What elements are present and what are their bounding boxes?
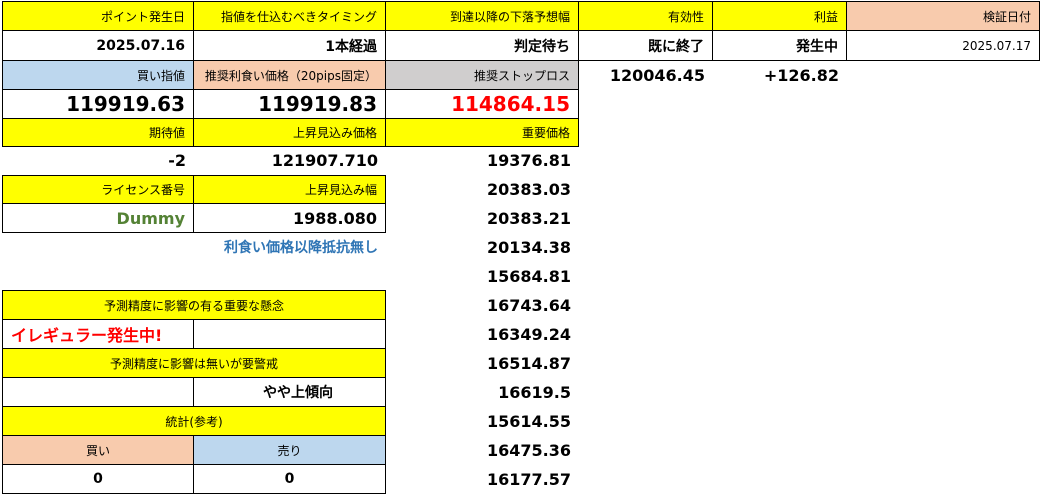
profit-value-cell[interactable]: +126.82 (712, 60, 847, 90)
license-number-cell[interactable]: Dummy (2, 203, 194, 233)
take-profit-header[interactable]: 推奨利食い価格（20pips固定） (193, 60, 386, 90)
timing-header[interactable]: 指値を仕込むべきタイミング (193, 1, 386, 31)
stop-loss-header[interactable]: 推奨ストップロス (385, 60, 579, 90)
important-price-item[interactable]: 15684.81 (385, 262, 579, 291)
expected-value-cell[interactable]: -2 (2, 146, 194, 175)
profit-status-cell[interactable]: 発生中 (712, 30, 847, 61)
caution-header[interactable]: 予測精度に影響は無いが要警戒 (2, 348, 386, 378)
important-price-item[interactable]: 15614.55 (385, 407, 579, 436)
important-price-item[interactable]: 16619.5 (385, 378, 579, 407)
sell-stat-header[interactable]: 売り (193, 435, 386, 465)
current-price-cell[interactable]: 120046.45 (578, 60, 713, 90)
important-price-item[interactable]: 20383.21 (385, 204, 579, 233)
rise-price-cell[interactable]: 121907.710 (193, 146, 386, 175)
rise-price-header[interactable]: 上昇見込み価格 (193, 118, 386, 147)
validity-header[interactable]: 有効性 (578, 1, 713, 31)
important-price-item[interactable]: 16475.36 (385, 436, 579, 465)
buy-stat-header[interactable]: 買い (2, 435, 194, 465)
important-price-item[interactable]: 20134.38 (385, 233, 579, 262)
important-price-list: 19376.81 20383.03 20383.21 20134.38 1568… (385, 146, 579, 494)
trend-cell[interactable]: やや上傾向 (193, 377, 386, 407)
important-price-item[interactable]: 16743.64 (385, 291, 579, 320)
important-price-item[interactable]: 16177.57 (385, 465, 579, 494)
verify-date-header[interactable]: 検証日付 (846, 1, 1040, 31)
issue-date-cell[interactable]: 2025.07.16 (2, 30, 194, 61)
caution-detail-cell[interactable] (2, 377, 194, 407)
sell-stat-count[interactable]: 0 (193, 464, 386, 494)
rise-width-cell[interactable]: 1988.080 (193, 203, 386, 233)
rise-width-header[interactable]: 上昇見込み幅 (193, 175, 386, 204)
validity-cell[interactable]: 既に終了 (578, 30, 713, 61)
drop-forecast-header[interactable]: 到達以降の下落予想幅 (385, 1, 579, 31)
timing-cell[interactable]: 1本経過 (193, 30, 386, 61)
major-concern-header[interactable]: 予測精度に影響の有る重要な懸念 (2, 290, 386, 320)
expected-value-header[interactable]: 期待値 (2, 118, 194, 147)
important-price-item[interactable]: 16349.24 (385, 320, 579, 349)
buy-limit-value[interactable]: 119919.63 (2, 89, 194, 119)
resistance-note: 利食い価格以降抵抗無し (224, 239, 378, 256)
important-price-item[interactable]: 19376.81 (385, 146, 579, 175)
profit-header[interactable]: 利益 (712, 1, 847, 31)
buy-limit-header[interactable]: 買い指値 (2, 60, 194, 90)
important-price-header[interactable]: 重要価格 (385, 118, 579, 147)
important-price-item[interactable]: 16514.87 (385, 349, 579, 378)
stop-loss-value[interactable]: 114864.15 (385, 89, 579, 119)
irregular-alert-cell[interactable]: イレギュラー発生中! (2, 319, 194, 349)
take-profit-value[interactable]: 119919.83 (193, 89, 386, 119)
important-price-item[interactable]: 20383.03 (385, 175, 579, 204)
drop-forecast-cell[interactable]: 判定待ち (385, 30, 579, 61)
concern-detail-cell[interactable] (193, 319, 386, 349)
statistics-header[interactable]: 統計(参考) (2, 406, 386, 436)
verify-date-cell[interactable]: 2025.07.17 (846, 30, 1040, 61)
issue-date-header[interactable]: ポイント発生日 (2, 1, 194, 31)
buy-stat-count[interactable]: 0 (2, 464, 194, 494)
license-header[interactable]: ライセンス番号 (2, 175, 194, 204)
